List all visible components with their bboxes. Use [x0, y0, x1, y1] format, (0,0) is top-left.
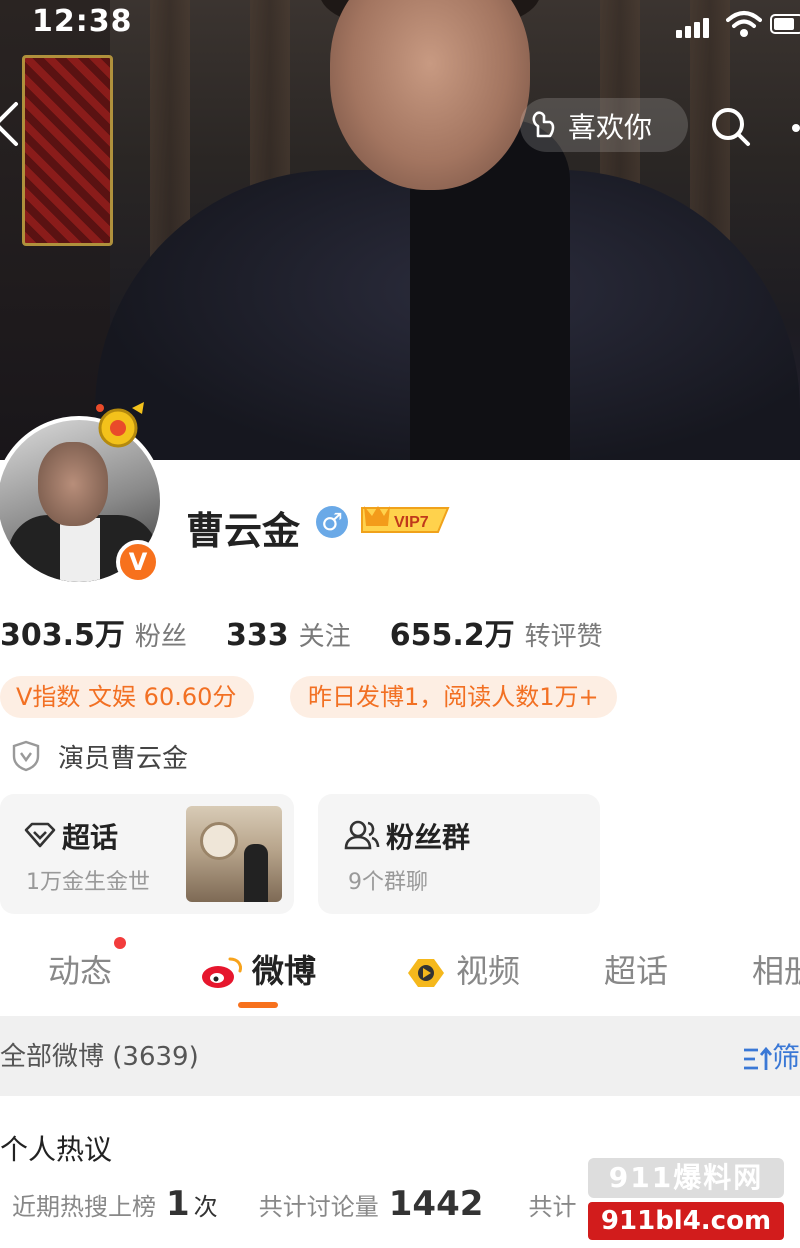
hot-section-title: 个人热议: [0, 1133, 113, 1166]
heart-hand-icon: [532, 111, 555, 138]
identity-label: 演员曹云金: [58, 744, 189, 774]
v-index-chip[interactable]: V指数 文娱 60.60分: [0, 676, 255, 718]
tab-weibo-label: 微博: [252, 952, 317, 990]
signal-icon: [676, 16, 718, 38]
tab-activity[interactable]: 动态: [48, 946, 112, 992]
shield-icon: [12, 740, 40, 772]
profile-name: 曹云金: [186, 509, 301, 553]
hot-item: 共计: [528, 1193, 577, 1221]
like-label: 喜欢你: [568, 111, 653, 144]
diamond-icon: [24, 822, 56, 848]
status-time: 12:38: [32, 4, 133, 39]
wifi-icon: [726, 11, 762, 37]
hot-stats-row: 近期热搜上榜 1 次 共计讨论量 1442 共计: [12, 1184, 577, 1224]
super-topic-subtitle: 1万金生金世: [26, 870, 150, 895]
filter-button[interactable]: 筛选: [742, 1036, 800, 1076]
hot-item: 共计讨论量 1442: [258, 1184, 484, 1224]
watermark: 911爆料网 911bl4.com: [588, 1158, 784, 1240]
group-icon: [344, 820, 380, 850]
watermark-top: 911爆料网: [588, 1158, 784, 1198]
active-tab-indicator: [238, 1002, 278, 1008]
weibo-icon: [202, 957, 242, 988]
status-bar: 12:38: [0, 0, 800, 50]
tab-video[interactable]: 视频: [404, 946, 520, 992]
stat-likes[interactable]: 655.2万 转评赞: [390, 610, 603, 654]
post-stats-chip[interactable]: 昨日发博1，阅读人数1万+: [290, 676, 617, 718]
battery-icon: [770, 14, 800, 34]
stats-row: 303.5万 粉丝 333 关注 655.2万 转评赞: [0, 610, 637, 654]
verified-badge: V: [116, 540, 160, 584]
fan-group-tile[interactable]: 粉丝群 9个群聊: [318, 794, 600, 914]
video-icon: [408, 959, 444, 987]
filter-icon: [744, 1046, 772, 1070]
like-button[interactable]: 喜欢你: [520, 98, 688, 152]
filter-bar: 全部微博 (3639) 筛选: [0, 1016, 800, 1096]
tab-weibo[interactable]: 微博: [200, 946, 316, 992]
notification-dot: [114, 937, 126, 949]
stat-following[interactable]: 333 关注: [226, 616, 351, 653]
avatar-pendant-icon: [96, 402, 144, 448]
super-topic-thumbnail: [186, 806, 282, 902]
tab-video-label: 视频: [456, 952, 521, 990]
tab-super-topic[interactable]: 超话: [604, 946, 668, 992]
fan-group-title: 粉丝群: [386, 821, 471, 854]
cover-photo: [0, 0, 800, 462]
male-icon: ♂: [316, 506, 348, 538]
super-topic-tile[interactable]: 超话 1万金生金世: [0, 794, 294, 914]
profile-tabs: 动态 微博 视频 超话 相册: [0, 940, 800, 1010]
hot-item: 近期热搜上榜 1 次: [12, 1184, 218, 1224]
super-topic-title: 超话: [62, 821, 119, 854]
all-weibo-count[interactable]: 全部微博 (3639): [0, 1036, 199, 1073]
tab-album[interactable]: 相册: [752, 946, 800, 992]
watermark-bottom: 911bl4.com: [588, 1202, 784, 1240]
stat-followers[interactable]: 303.5万 粉丝: [0, 610, 187, 654]
fan-group-subtitle: 9个群聊: [348, 870, 428, 895]
filter-label: 筛选: [772, 1041, 800, 1074]
back-icon[interactable]: [0, 100, 28, 148]
vip-label: VIP7: [394, 514, 429, 531]
more-icon[interactable]: [784, 108, 800, 148]
vip-badge[interactable]: VIP7: [358, 502, 454, 536]
search-icon[interactable]: [706, 102, 754, 150]
